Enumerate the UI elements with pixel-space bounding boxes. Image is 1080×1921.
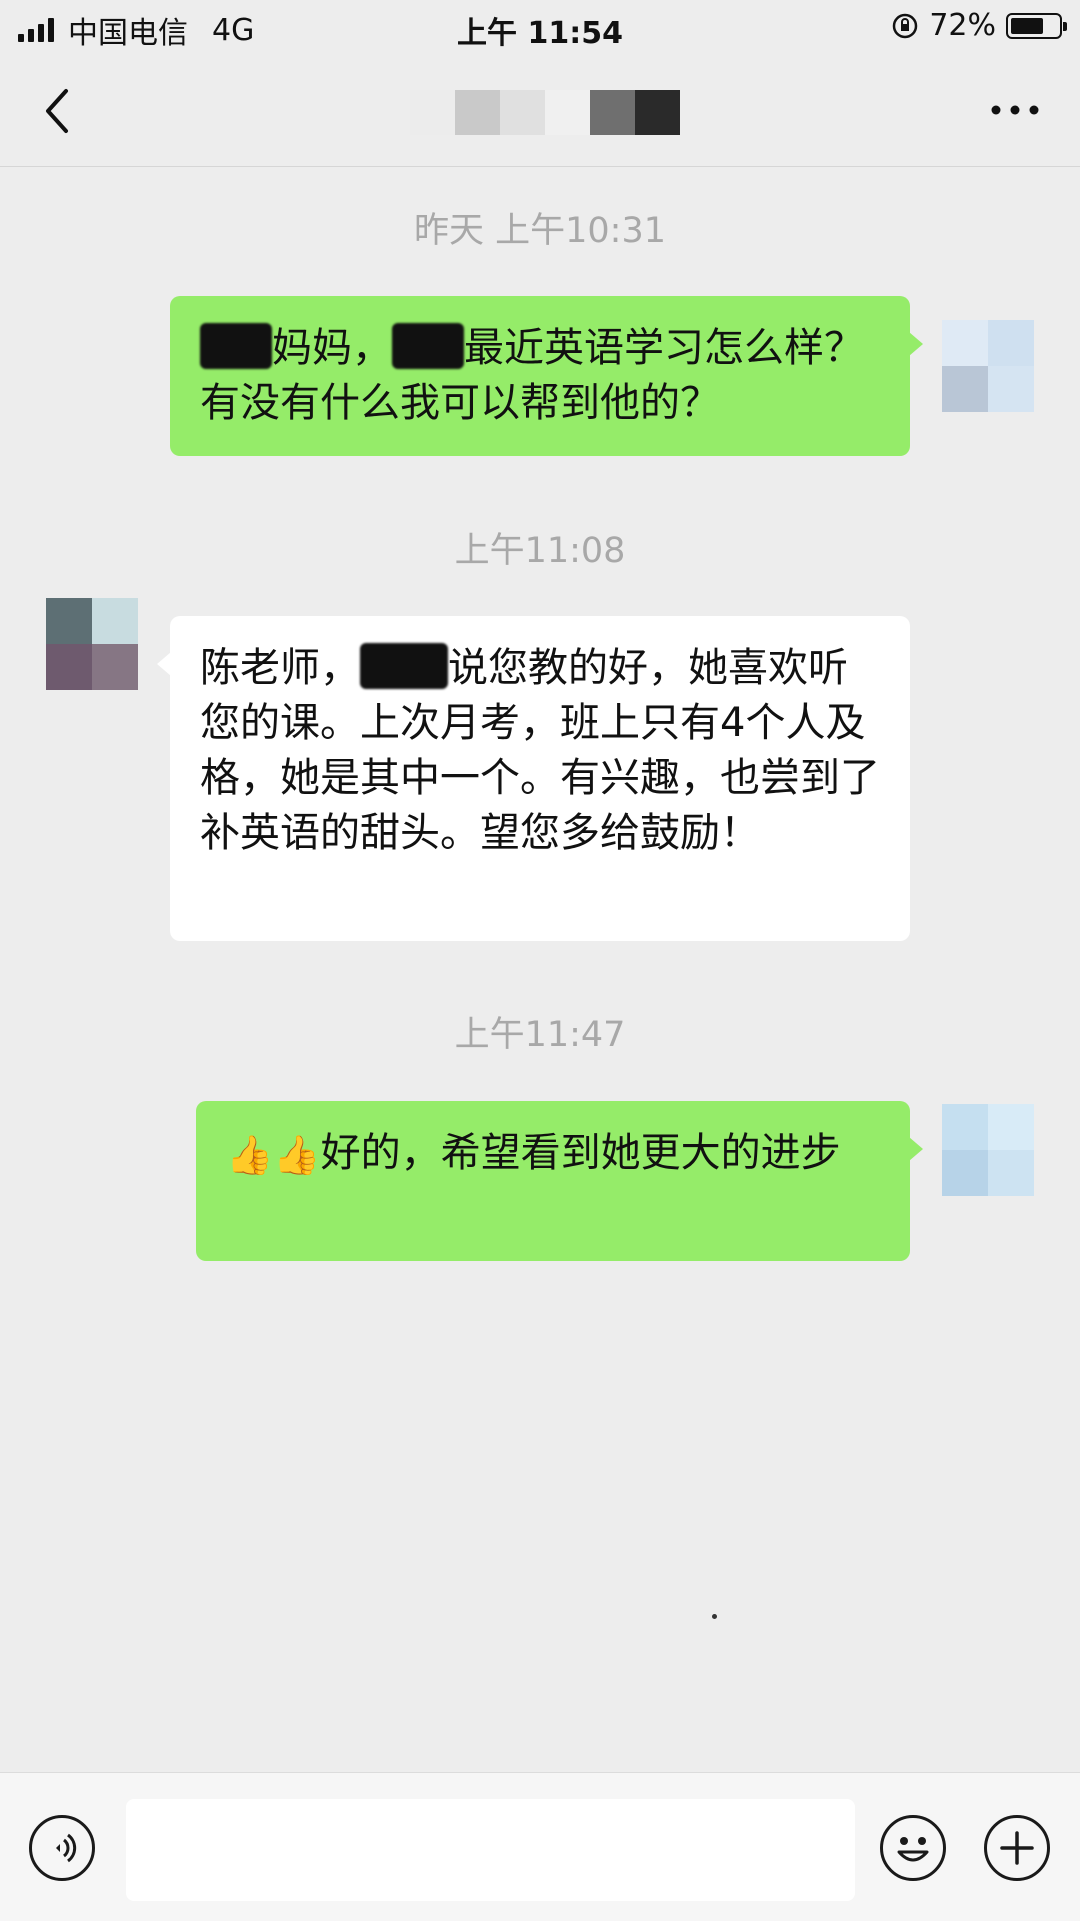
smiley-icon[interactable] — [880, 1815, 946, 1881]
chevron-left-icon[interactable] — [38, 86, 78, 136]
chat-header — [0, 56, 1080, 167]
message-text: 好的，希望看到她更大的进步 — [320, 1130, 841, 1176]
input-bar — [0, 1772, 1080, 1921]
message-text: 妈妈， — [272, 325, 392, 371]
message-timestamp: 上午11:08 — [454, 531, 626, 571]
redacted-name — [360, 643, 448, 689]
message-input[interactable] — [126, 1799, 855, 1901]
message-text: 陈老师， — [200, 645, 360, 691]
avatar-contact[interactable] — [46, 598, 138, 690]
message-timestamp: 昨天 上午10:31 — [414, 211, 666, 251]
message-timestamp: 上午11:47 — [454, 1015, 626, 1055]
battery-icon — [1006, 12, 1067, 39]
voice-icon[interactable] — [29, 1815, 95, 1881]
ellipsis-icon[interactable] — [990, 98, 1040, 122]
battery-percent: 72% — [929, 8, 996, 43]
message-bubble-contact[interactable]: 陈老师， 说您教的好，她喜欢听您的课。上次月考，班上只有4个人及格，她是其中一个。… — [157, 616, 910, 941]
redacted-name — [392, 323, 464, 369]
orientation-lock-icon — [893, 13, 918, 38]
thumbs-up-icon: 👍👍 — [226, 1133, 321, 1177]
avatar-self[interactable] — [942, 1104, 1034, 1196]
message-bubble-self[interactable]: 👍👍好的，希望看到她更大的进步 — [196, 1101, 923, 1261]
status-bar: 中国电信 4G 上午 11:54 72% — [0, 0, 1080, 56]
plus-icon[interactable] — [984, 1815, 1050, 1881]
message-bubble-self[interactable]: 妈妈， 最近英语学习怎么样？有没有什么我可以帮到他的？ — [170, 296, 923, 456]
chat-title-redacted — [410, 90, 680, 135]
avatar-self[interactable] — [942, 320, 1034, 412]
redacted-name — [200, 323, 272, 369]
speck — [712, 1614, 717, 1619]
